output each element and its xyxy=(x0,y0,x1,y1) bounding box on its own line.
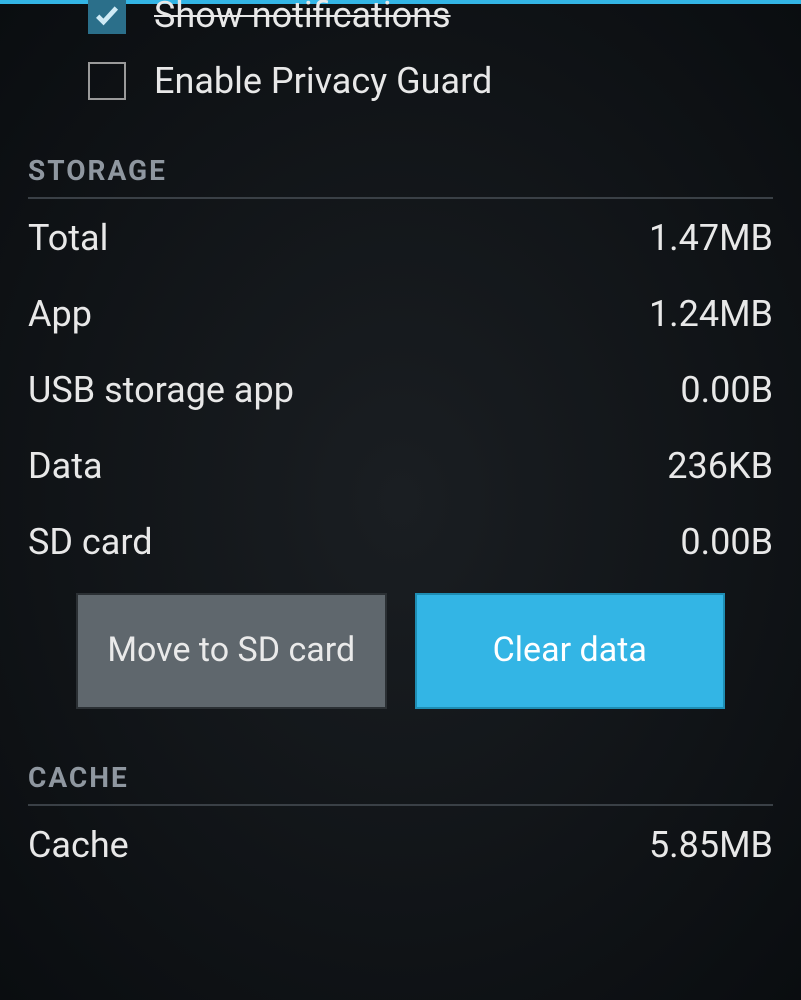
storage-total-label: Total xyxy=(28,217,108,259)
checkbox-empty-icon[interactable] xyxy=(88,62,126,100)
storage-usb-value: 0.00B xyxy=(680,369,773,411)
storage-total-row: Total 1.47MB xyxy=(28,199,773,275)
storage-sd-label: SD card xyxy=(28,521,153,563)
show-notifications-row[interactable]: Show notifications xyxy=(28,0,773,42)
storage-data-row: Data 236KB xyxy=(28,427,773,503)
show-notifications-label: Show notifications xyxy=(154,0,451,36)
storage-buttons: Move to SD card Clear data xyxy=(28,585,773,717)
storage-data-label: Data xyxy=(28,445,103,487)
enable-privacy-guard-row[interactable]: Enable Privacy Guard xyxy=(28,42,773,120)
checkbox-checked-icon[interactable] xyxy=(88,0,126,34)
cache-label: Cache xyxy=(28,824,129,866)
storage-app-row: App 1.24MB xyxy=(28,275,773,351)
storage-usb-label: USB storage app xyxy=(28,369,294,411)
storage-usb-row: USB storage app 0.00B xyxy=(28,351,773,427)
privacy-guard-label: Enable Privacy Guard xyxy=(154,60,492,102)
move-to-sd-button[interactable]: Move to SD card xyxy=(76,593,387,709)
clear-data-button[interactable]: Clear data xyxy=(415,593,726,709)
storage-app-value: 1.24MB xyxy=(649,293,773,335)
storage-total-value: 1.47MB xyxy=(649,217,773,259)
storage-app-label: App xyxy=(28,293,92,335)
app-info-screen: Show notifications Enable Privacy Guard … xyxy=(0,0,801,882)
cache-header: CACHE xyxy=(28,761,773,806)
cache-value: 5.85MB xyxy=(649,824,773,866)
cache-row: Cache 5.85MB xyxy=(28,806,773,882)
storage-sd-value: 0.00B xyxy=(680,521,773,563)
storage-sd-row: SD card 0.00B xyxy=(28,503,773,579)
storage-data-value: 236KB xyxy=(667,445,773,487)
storage-header: STORAGE xyxy=(28,154,773,199)
